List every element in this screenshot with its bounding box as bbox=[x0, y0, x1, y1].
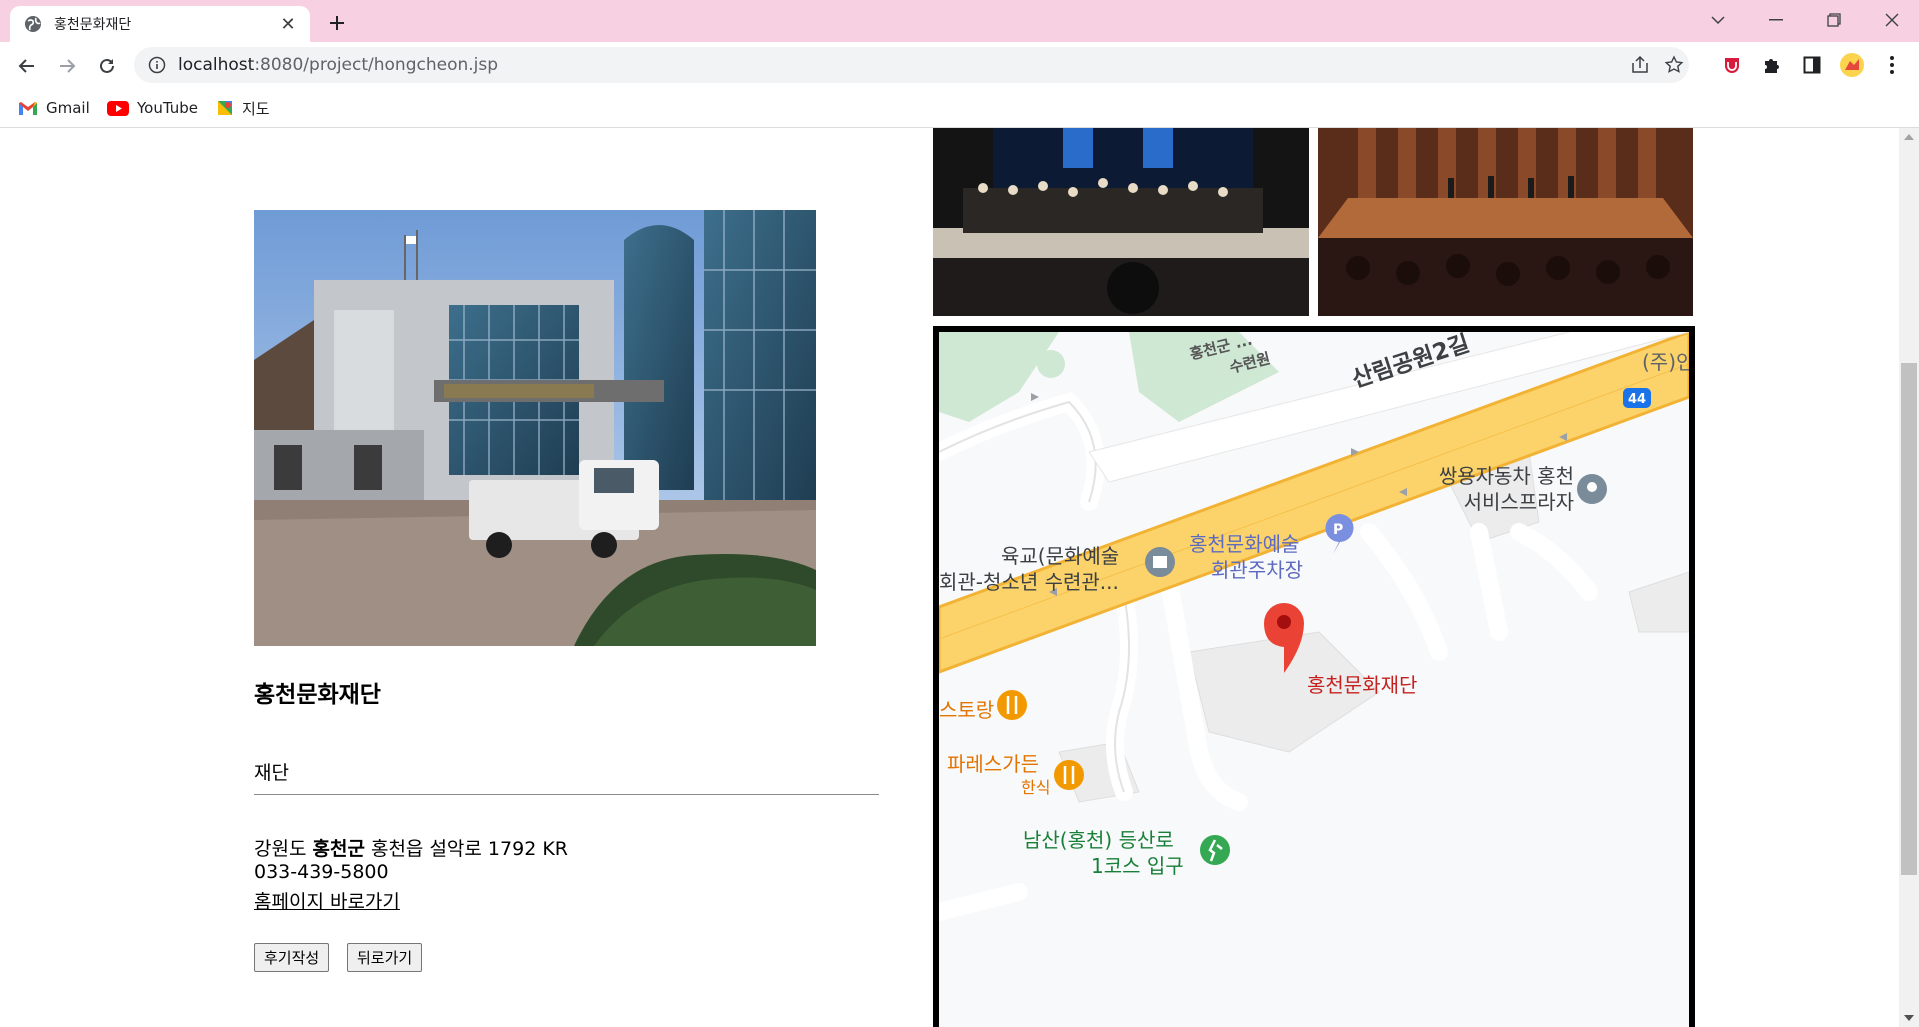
globe-icon bbox=[25, 16, 41, 32]
youtube-icon bbox=[107, 100, 129, 116]
building-photo bbox=[254, 210, 816, 646]
scrollbar-thumb[interactable] bbox=[1901, 363, 1917, 875]
tab-search-button[interactable] bbox=[1695, 0, 1741, 40]
menu-button[interactable] bbox=[1878, 51, 1906, 79]
url-path: :8080/project/hongcheon.jsp bbox=[254, 55, 499, 75]
browser-tab-strip: 홍천문화재단 ✕ bbox=[0, 0, 1919, 42]
scroll-up-icon[interactable] bbox=[1904, 134, 1914, 140]
chevron-down-icon bbox=[1711, 16, 1725, 25]
place-category: 재단 bbox=[254, 762, 289, 784]
ssangyong-label: 서비스프라자 bbox=[1463, 490, 1574, 514]
concert-photo-band bbox=[933, 128, 1309, 316]
arrow-right-icon bbox=[60, 59, 76, 73]
arrow-left-icon bbox=[18, 59, 34, 73]
svg-text:P: P bbox=[1333, 522, 1343, 538]
place-address: 강원도 홍천군 홍천읍 설악로 1792 KR bbox=[254, 834, 568, 861]
share-icon[interactable] bbox=[1630, 56, 1650, 74]
url-host: localhost bbox=[178, 55, 255, 75]
tab-title: 홍천문화재단 bbox=[54, 17, 132, 33]
address-bar[interactable]: localhost:8080/project/hongcheon.jsp bbox=[134, 47, 1689, 83]
road-number-label: 44 bbox=[1628, 392, 1646, 407]
restaurant-icon[interactable] bbox=[997, 690, 1027, 720]
bookmark-maps[interactable]: 지도 bbox=[216, 96, 270, 120]
close-tab-icon[interactable]: ✕ bbox=[278, 14, 298, 35]
bookmark-youtube[interactable]: YouTube bbox=[107, 96, 198, 120]
address-county: 홍천군 bbox=[312, 838, 365, 860]
minimize-button[interactable] bbox=[1753, 0, 1799, 40]
bookmark-label: YouTube bbox=[137, 99, 198, 117]
info-icon[interactable] bbox=[148, 56, 166, 74]
reload-icon bbox=[100, 58, 114, 73]
restaurant-label: 스토랑 bbox=[939, 698, 995, 722]
concert-photo-hall bbox=[1318, 128, 1693, 316]
back-button[interactable] bbox=[10, 49, 44, 83]
restore-button[interactable] bbox=[1811, 0, 1857, 40]
browser-toolbar: localhost:8080/project/hongcheon.jsp bbox=[0, 42, 1919, 88]
kebab-menu-icon bbox=[1890, 56, 1894, 74]
write-review-button[interactable]: 후기작성 bbox=[254, 943, 330, 972]
side-panel-icon bbox=[1803, 56, 1821, 74]
url-text[interactable]: localhost:8080/project/hongcheon.jsp bbox=[178, 55, 498, 75]
close-icon bbox=[1885, 13, 1899, 27]
plus-icon bbox=[330, 16, 344, 30]
parking-label: 회관주차장 bbox=[1211, 558, 1303, 582]
divider bbox=[254, 794, 879, 795]
side-panel-button[interactable] bbox=[1798, 51, 1826, 79]
parking-label: 홍천문화예술 bbox=[1189, 532, 1300, 556]
address-suffix: 홍천읍 설악로 1792 KR bbox=[364, 838, 568, 860]
browser-tab[interactable]: 홍천문화재단 ✕ bbox=[10, 6, 310, 42]
car-service-icon[interactable] bbox=[1577, 474, 1607, 504]
youth-center-label: 회관-청소년 수련관... bbox=[939, 570, 1119, 594]
shield-extension-icon bbox=[1725, 58, 1739, 73]
main-pin-label: 홍천문화재단 bbox=[1307, 673, 1418, 697]
scroll-down-icon[interactable] bbox=[1904, 1015, 1914, 1021]
address-prefix: 강원도 bbox=[254, 838, 313, 860]
map-embed[interactable]: 44 P 홍천군 ... 수련원 산림공원2길 (주)인 쌍용자동차 홍천 서비… bbox=[933, 326, 1695, 1027]
school-icon[interactable] bbox=[1145, 547, 1175, 577]
trail-label: 남산(홍천) 등산로 bbox=[1023, 828, 1174, 852]
profile-button[interactable] bbox=[1838, 51, 1866, 79]
new-tab-button[interactable] bbox=[322, 8, 352, 38]
gmail-icon bbox=[19, 101, 37, 115]
page-scrollbar[interactable] bbox=[1899, 128, 1919, 1027]
bookmark-gmail[interactable]: Gmail bbox=[18, 96, 90, 120]
maps-icon bbox=[218, 101, 232, 115]
place-phone: 033-439-5800 bbox=[254, 861, 389, 883]
bookmarks-bar: Gmail YouTube 지도 bbox=[0, 88, 1919, 128]
minimize-icon bbox=[1769, 19, 1783, 21]
hiking-icon[interactable] bbox=[1200, 835, 1230, 865]
forward-button[interactable] bbox=[50, 49, 84, 83]
restore-icon bbox=[1827, 13, 1841, 27]
company-label: (주)인 bbox=[1642, 350, 1695, 374]
extension-shield-button[interactable] bbox=[1718, 51, 1746, 79]
restaurant-icon[interactable] bbox=[1054, 760, 1084, 790]
trail-label: 1코스 입구 bbox=[1091, 854, 1184, 878]
ssangyong-label: 쌍용자동차 홍천 bbox=[1438, 464, 1574, 488]
youth-center-label: 육교(문화예술 bbox=[1001, 544, 1120, 568]
puzzle-icon bbox=[1765, 59, 1779, 73]
bookmark-star-icon[interactable] bbox=[1664, 55, 1684, 75]
extensions-button[interactable] bbox=[1758, 51, 1786, 79]
restaurant-category-label: 한식 bbox=[1021, 778, 1051, 797]
homepage-link[interactable]: 홈페이지 바로가기 bbox=[254, 887, 400, 914]
restaurant-label: 파레스가든 bbox=[947, 752, 1039, 776]
close-window-button[interactable] bbox=[1869, 0, 1915, 40]
page-content: 홍천문화재단 재단 강원도 홍천군 홍천읍 설악로 1792 KR 033-43… bbox=[0, 128, 1899, 1027]
place-name: 홍천문화재단 bbox=[254, 682, 381, 708]
bookmark-label: 지도 bbox=[242, 99, 270, 118]
back-page-button[interactable]: 뒤로가기 bbox=[347, 943, 423, 972]
bookmark-label: Gmail bbox=[46, 99, 90, 117]
avatar bbox=[1840, 53, 1864, 77]
reload-button[interactable] bbox=[90, 49, 124, 83]
